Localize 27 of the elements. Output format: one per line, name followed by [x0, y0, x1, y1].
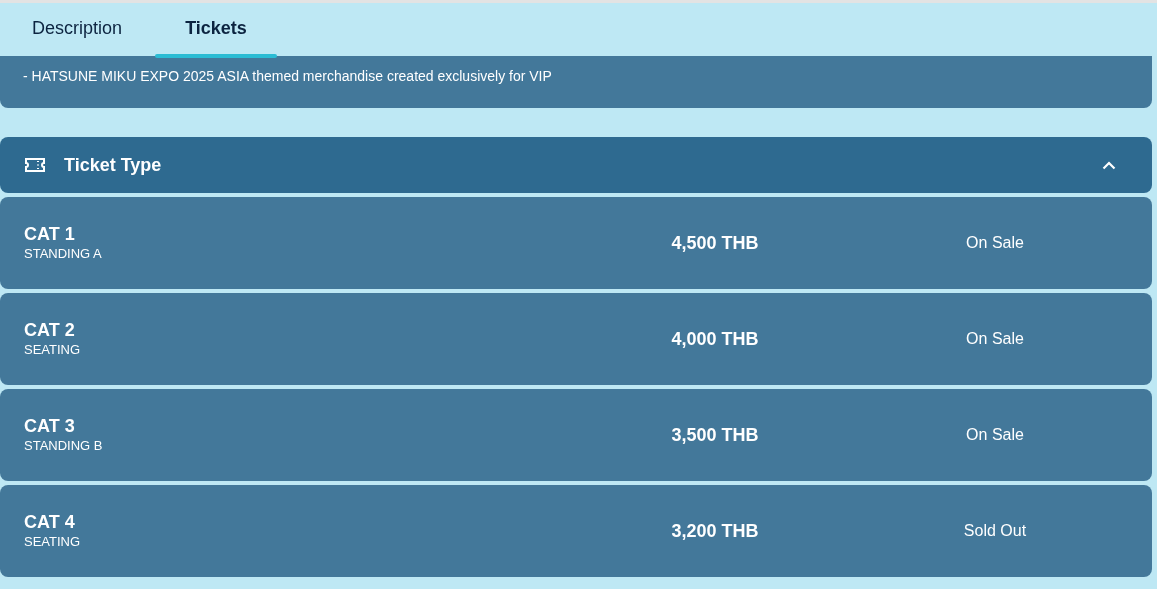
ticket-name: CAT 3 [24, 415, 75, 437]
ticket-status: Sold Out [963, 521, 1027, 541]
ticket-row[interactable]: CAT 4 SEATING 3,200 THB Sold Out [0, 485, 1152, 577]
ticket-zone: STANDING A [24, 245, 102, 263]
ticket-name: CAT 4 [24, 511, 75, 533]
ticket-name: CAT 2 [24, 319, 75, 341]
ticket-row[interactable]: CAT 1 STANDING A 4,500 THB On Sale [0, 197, 1152, 289]
ticket-name: CAT 1 [24, 223, 75, 245]
ticket-price: 3,200 THB [671, 519, 759, 543]
ticket-icon [24, 157, 46, 173]
tab[interactable]: Description [16, 3, 138, 56]
ticket-price: 4,000 THB [671, 327, 759, 351]
tab[interactable]: Tickets [155, 3, 277, 56]
chevron-up-icon [1102, 160, 1116, 170]
ticket-status: On Sale [966, 425, 1024, 445]
ticket-zone: STANDING B [24, 437, 103, 455]
ticket-price: 4,500 THB [671, 231, 759, 255]
section-header[interactable]: Ticket Type [0, 137, 1152, 193]
description-text: - HATSUNE MIKU EXPO 2025 ASIA themed merchandise created exclusively for VIP [23, 67, 552, 86]
ticket-zone: SEATING [24, 341, 81, 359]
ticket-status: On Sale [966, 329, 1024, 349]
section-title: Ticket Type [64, 153, 162, 177]
ticket-row[interactable]: CAT 3 STANDING B 3,500 THB On Sale [0, 389, 1152, 481]
ticket-zone: SEATING [24, 533, 81, 551]
ticket-row[interactable]: CAT 2 SEATING 4,000 THB On Sale [0, 293, 1152, 385]
ticket-price: 3,500 THB [671, 423, 759, 447]
ticket-status: On Sale [966, 233, 1024, 253]
